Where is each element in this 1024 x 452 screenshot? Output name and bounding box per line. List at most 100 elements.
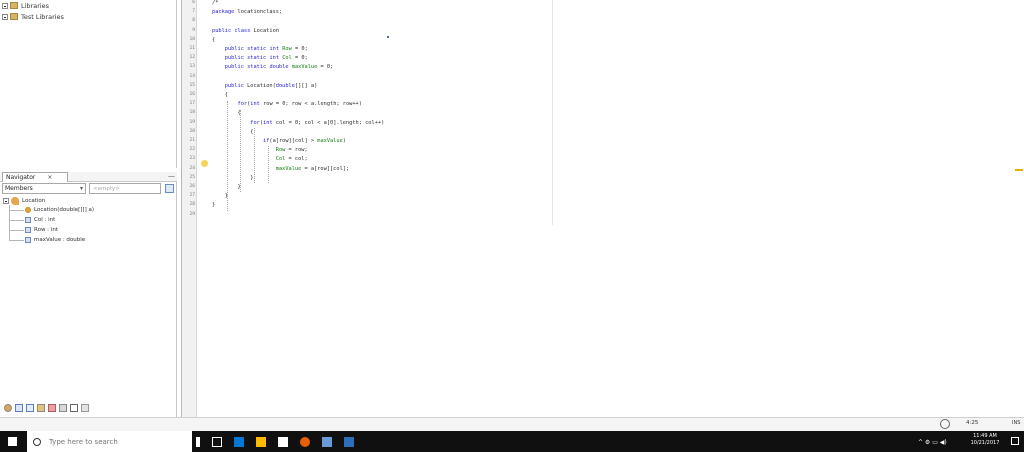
nav-item-constructor[interactable]: Location(double[][] a): [25, 205, 94, 215]
taskbar-search[interactable]: Type here to search: [27, 431, 192, 452]
line-number-gutter: 6 7 8 9 10 11 12 13 14 15 16 17 18 19 20 21 22 23 24 25 26 27…: [182, 0, 197, 417]
javadoc-sync-icon[interactable]: [81, 404, 89, 412]
file-explorer-icon[interactable]: [256, 436, 266, 447]
navigator-toolbar: [4, 403, 89, 413]
line-number: 18: [189, 110, 195, 116]
right-margin-line: [552, 0, 553, 225]
line-number: 23: [189, 156, 195, 162]
expand-icon[interactable]: [2, 2, 8, 9]
firefox-icon[interactable]: [300, 436, 310, 447]
line-number: 19: [189, 119, 195, 125]
members-select-value: Members: [5, 185, 33, 192]
close-icon[interactable]: ×: [47, 173, 52, 182]
collapse-icon[interactable]: [3, 198, 9, 204]
members-select[interactable]: Members ▾: [2, 183, 86, 194]
nav-item-label: maxValue : double: [34, 237, 86, 243]
library-folder-icon: [10, 13, 18, 20]
show-fields-icon[interactable]: [15, 404, 23, 412]
sort-by-source-icon[interactable]: [59, 404, 67, 412]
code-line[interactable]: {: [212, 110, 241, 116]
code-line[interactable]: {: [212, 92, 228, 98]
error-stripe-marker[interactable]: [1015, 169, 1023, 171]
line-number: 24: [189, 165, 195, 171]
steam-icon[interactable]: [322, 436, 332, 447]
system-tray[interactable]: ^ ⚙ ▭ ◀): [918, 433, 947, 451]
nav-item-label: Row : int: [34, 227, 58, 233]
show-static-icon[interactable]: [26, 404, 34, 412]
code-line[interactable]: Row = row;: [212, 147, 308, 153]
field-icon: [25, 237, 31, 243]
cortana-icon: [33, 437, 41, 446]
constructor-icon: [25, 207, 31, 213]
filter-settings-icon[interactable]: [165, 184, 174, 193]
code-line[interactable]: }: [212, 193, 228, 199]
line-number: 29: [189, 211, 195, 217]
line-number: 11: [189, 46, 195, 51]
tab-label: Navigator: [6, 174, 36, 181]
code-editor[interactable]: 6 7 8 9 10 11 12 13 14 15 16 17 18 19 20 21 22 23 24 25 26 27…: [181, 0, 1024, 417]
minimize-icon[interactable]: —: [168, 172, 175, 181]
code-line[interactable]: }: [212, 184, 241, 190]
search-placeholder: Type here to search: [49, 437, 118, 446]
code-line[interactable]: {: [212, 37, 215, 43]
line-number: 26: [189, 184, 195, 189]
code-line[interactable]: public Location(double[][] a): [212, 83, 318, 89]
code-line[interactable]: }: [212, 175, 253, 181]
show-nonpublic-icon[interactable]: [37, 404, 45, 412]
code-line[interactable]: package locationclass;: [212, 9, 282, 15]
line-number: 9: [192, 27, 195, 33]
sort-by-name-icon[interactable]: [70, 404, 78, 412]
code-line[interactable]: if(a[row][col] > maxValue): [212, 138, 346, 144]
code-line[interactable]: public static int Row = 0;: [212, 46, 308, 52]
code-line[interactable]: Col = col;: [212, 156, 308, 162]
microphone-icon[interactable]: [196, 436, 200, 447]
code-line[interactable]: public static int Col = 0;: [212, 55, 308, 61]
show-inner-classes-icon[interactable]: [48, 404, 56, 412]
taskbar-clock[interactable]: 11:49 AM 10/21/2017: [965, 433, 1005, 450]
nav-item-field-maxvalue[interactable]: maxValue : double: [25, 235, 85, 245]
expand-icon[interactable]: [2, 13, 8, 20]
insert-mode: INS: [1012, 420, 1021, 426]
projects-panel: Libraries Test Libraries: [0, 0, 177, 168]
show-inherited-icon[interactable]: [4, 404, 12, 412]
notifications-icon[interactable]: [940, 419, 950, 429]
tree-item-test-libraries[interactable]: Test Libraries: [0, 11, 64, 22]
tree-item-libraries[interactable]: Libraries: [0, 0, 49, 11]
class-icon: [11, 197, 19, 205]
code-line[interactable]: for(int col = 0; col < a[0].length; col+…: [212, 120, 384, 126]
code-line[interactable]: maxValue = a[row][col];: [212, 166, 349, 172]
store-icon[interactable]: [278, 436, 288, 447]
line-number: 13: [189, 64, 195, 70]
edge-icon[interactable]: [234, 436, 244, 447]
code-line[interactable]: }: [212, 202, 215, 208]
code-line[interactable]: for(int row = 0; row < a.length; row++): [212, 101, 362, 107]
code-line[interactable]: public class Location: [212, 28, 279, 34]
nav-item-label: Col : int: [34, 217, 56, 223]
line-number: 10: [189, 36, 195, 42]
line-number: 21: [189, 138, 195, 143]
navigator-header: Navigator × —: [0, 172, 177, 182]
line-number: 16: [189, 92, 195, 97]
nav-item-field-row[interactable]: Row : int: [25, 225, 58, 235]
netbeans-icon[interactable]: [344, 436, 354, 447]
code-line[interactable]: {: [212, 129, 253, 135]
task-view-icon[interactable]: [212, 436, 222, 447]
clock-date: 10/21/2017: [970, 440, 1000, 446]
navigator-filter-row: Members ▾ <empty>: [0, 183, 177, 195]
windows-taskbar: Type here to search ^ ⚙ ▭ ◀) 11:49 AM 10…: [0, 431, 1024, 452]
code-line[interactable]: /*: [212, 0, 218, 6]
nav-item-label: Location(double[][] a): [34, 207, 95, 213]
line-number: 28: [189, 202, 195, 208]
code-line[interactable]: public static double maxValue = 0;: [212, 64, 334, 70]
windows-start-icon[interactable]: [8, 437, 17, 446]
nav-item-field-col[interactable]: Col : int: [25, 215, 55, 225]
clock-time: 11:49 AM: [973, 433, 997, 439]
tab-navigator[interactable]: Navigator ×: [2, 172, 68, 182]
category-input[interactable]: <empty>: [89, 183, 161, 194]
library-folder-icon: [10, 2, 18, 9]
line-number: 22: [189, 147, 195, 153]
hint-lightbulb-icon[interactable]: [201, 160, 208, 167]
tree-connector: [10, 210, 24, 211]
chevron-down-icon: ▾: [79, 185, 83, 192]
action-center-icon[interactable]: [1011, 437, 1019, 445]
